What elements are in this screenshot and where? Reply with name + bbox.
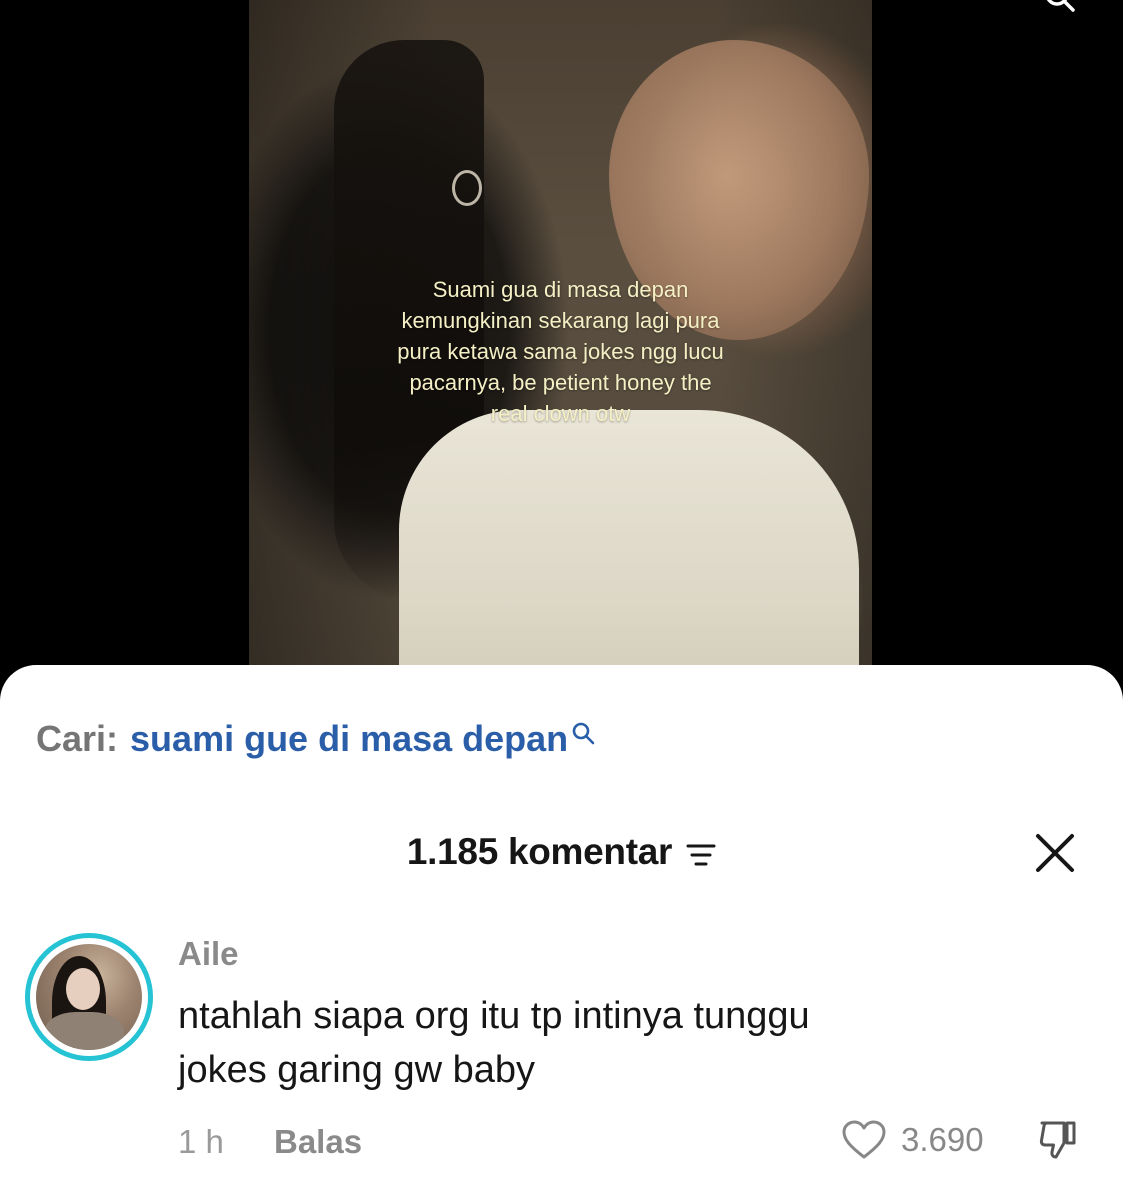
avatar-body [44,1012,124,1050]
video-caption: Suami gua di masa depan kemungkinan seka… [397,277,724,426]
heart-icon [842,1120,886,1159]
search-icon[interactable] [1045,0,1075,12]
comments-header: 1.185 komentar [0,825,1123,881]
like-count: 3.690 [901,1121,984,1158]
video-frame[interactable]: Suami gua di masa depan kemungkinan seka… [249,0,872,700]
dislike-icon[interactable] [1036,1117,1080,1161]
search-suggestion-query[interactable]: suami gue di masa depan [130,717,568,761]
comment-username[interactable]: Aile [178,935,239,973]
comment-meta: 1 h Balas 3.690 [178,1120,1078,1163]
video-player[interactable]: Suami gua di masa depan kemungkinan seka… [0,0,1123,700]
video-subject-shirt [399,410,859,700]
comment-text: ntahlah siapa org itu tp intinya tunggu … [178,995,810,1091]
reply-button[interactable]: Balas [274,1123,362,1161]
search-suggestion-link[interactable]: Cari: suami gue di masa depan [36,717,597,761]
comment-time: 1 h [178,1123,224,1160]
comment-item: Aile ntahlah siapa org itu tp intinya tu… [0,933,1123,1193]
filter-icon[interactable] [686,843,716,867]
comment-count: 1.185 komentar [406,831,673,872]
like-button[interactable]: 3.690 [841,1119,984,1161]
comments-sheet: Cari: suami gue di masa depan 1.185 kome… [0,665,1123,1200]
app-screen: Suami gua di masa depan kemungkinan seka… [0,0,1123,1200]
search-icon [572,722,595,745]
avatar-image [36,944,142,1050]
close-icon[interactable] [1033,831,1077,875]
search-suggestion-prefix: Cari: [36,718,119,759]
comment-count-group: 1.185 komentar [0,831,1123,873]
video-subject-earring [452,170,482,206]
avatar[interactable] [25,933,153,1061]
avatar-face [66,968,100,1010]
